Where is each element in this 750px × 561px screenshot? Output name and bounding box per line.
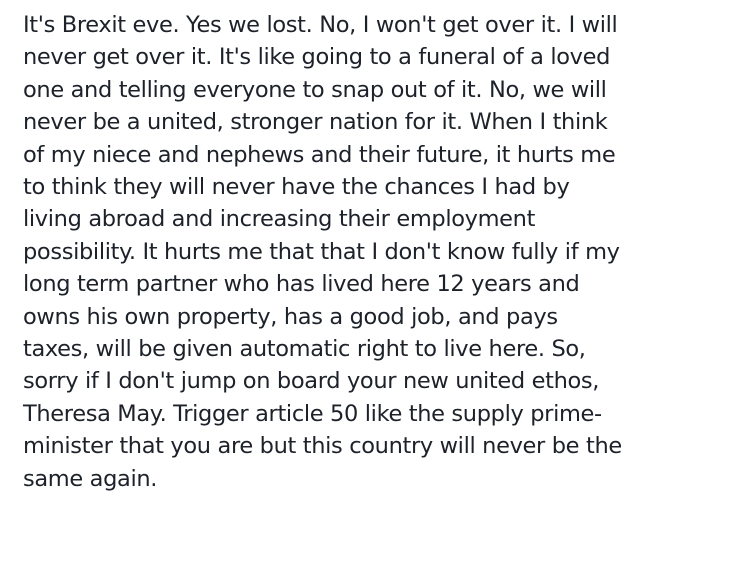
post-body: It's Brexit eve. Yes we lost. No, I won'…	[23, 9, 740, 495]
post-line-2: never get over it. It's like going to a …	[23, 44, 611, 71]
post-line-6: to think they will never have the chance…	[23, 174, 570, 201]
post-line-7: living abroad and increasing their emplo…	[23, 206, 536, 233]
post-line-14: minister that you are but this country w…	[23, 433, 622, 460]
post-line-8: possibility. It hurts me that that I don…	[23, 238, 620, 265]
post-line-15: same again.	[23, 465, 158, 492]
post-line-3: one and telling everyone to snap out of …	[23, 76, 607, 103]
post-line-13: Theresa May. Trigger article 50 like the…	[23, 400, 602, 427]
post-line-9: long term partner who has lived here 12 …	[23, 271, 580, 298]
post-line-11: taxes, will be given automatic right to …	[23, 336, 586, 363]
post-line-10: owns his own property, has a good job, a…	[23, 303, 558, 330]
post-line-4: never be a united, stronger nation for i…	[23, 109, 608, 136]
post-container: It's Brexit eve. Yes we lost. No, I won'…	[0, 0, 750, 561]
post-line-1: It's Brexit eve. Yes we lost. No, I won'…	[23, 12, 618, 38]
post-line-12: sorry if I don't jump on board your new …	[23, 368, 600, 395]
post-line-5: of my niece and nephews and their future…	[23, 141, 616, 168]
